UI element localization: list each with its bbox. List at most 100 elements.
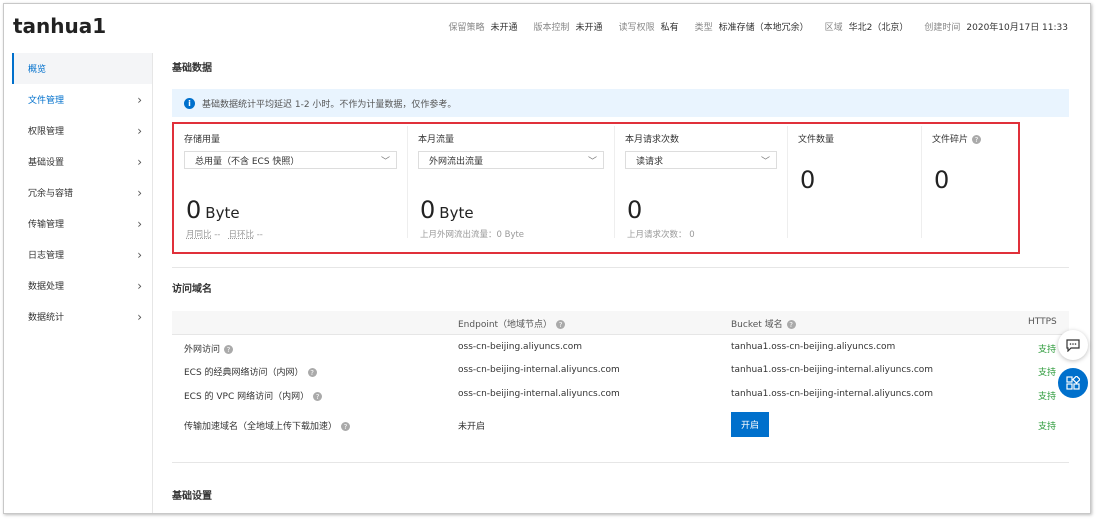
header-text: Endpoint（地域节点） <box>458 320 553 330</box>
stat-requests: 本月请求次数 读请求 ﹀ 0 上月请求次数： 0 <box>615 126 788 240</box>
meta-key: 读写权限 <box>618 23 655 33</box>
row-label: 传输加速域名（全地域上传下载加速）? <box>184 419 351 432</box>
dod-label: 日环比 <box>228 230 254 240</box>
stat-value: 0 Byte <box>186 196 240 224</box>
help-icon[interactable]: ? <box>313 392 323 401</box>
stat-label: 文件碎片? <box>932 132 1008 145</box>
chevron-right-icon: › <box>137 185 142 200</box>
help-icon[interactable]: ? <box>224 345 234 354</box>
info-icon: i <box>184 97 195 109</box>
sidebar-item-files[interactable]: 文件管理 › <box>12 84 152 115</box>
sidebar-item-basic-settings[interactable]: 基础设置 › <box>12 146 152 177</box>
sidebar-item-label: 数据处理 <box>28 282 65 292</box>
apps-icon <box>1066 376 1080 390</box>
sidebar-item-statistics[interactable]: 数据统计 › <box>12 301 152 332</box>
meta-key: 保留策略 <box>448 23 485 33</box>
stats-panel: 存储用量 总用量（不含 ECS 快照） ﹀ 0 Byte 月同比 -- 日环比 --… <box>172 122 1020 254</box>
chevron-down-icon: ﹀ <box>587 156 597 167</box>
apps-button[interactable] <box>1058 368 1088 398</box>
label-text: 文件碎片 <box>932 135 969 145</box>
label-text: 外网访问 <box>184 345 221 355</box>
meta-key: 版本控制 <box>533 23 570 33</box>
meta-key: 区域 <box>824 23 843 33</box>
chevron-right-icon: › <box>137 154 142 169</box>
help-icon[interactable]: ? <box>972 135 982 144</box>
enable-acceleration-button[interactable]: 开启 <box>731 412 769 437</box>
stat-value: 0 <box>627 196 643 224</box>
help-icon[interactable]: ? <box>786 320 796 329</box>
divider <box>172 462 1069 463</box>
endpoint-value: oss-cn-beijing.aliyuncs.com <box>458 342 583 352</box>
help-icon[interactable]: ? <box>556 320 566 329</box>
endpoint-value: oss-cn-beijing-internal.aliyuncs.com <box>458 365 620 375</box>
value-number: 0 <box>186 196 202 224</box>
sidebar-item-transfer[interactable]: 传输管理 › <box>12 208 152 239</box>
meta-value: 标准存储（本地冗余） <box>718 23 809 33</box>
select-value: 读请求 <box>636 156 664 167</box>
sidebar-item-redundancy[interactable]: 冗余与容错 › <box>12 177 152 208</box>
domain-table-header: Endpoint（地域节点）? Bucket 域名? HTTPS <box>172 311 1069 335</box>
chevron-right-icon: › <box>137 123 142 138</box>
bucket-domain-value: tanhua1.oss-cn-beijing.aliyuncs.com <box>731 342 896 352</box>
storage-type-select[interactable]: 总用量（不含 ECS 快照） ﹀ <box>184 151 397 169</box>
section-title-basic-data: 基础数据 <box>172 63 212 74</box>
endpoint-value: 未开启 <box>458 422 486 432</box>
https-status: 支持 <box>1038 422 1057 432</box>
stat-sub: 上月外网流出流量：0 Byte <box>420 230 525 240</box>
chat-icon <box>1066 338 1080 352</box>
meta-key: 类型 <box>694 23 713 33</box>
info-notice: i 基础数据统计平均延迟 1-2 小时。不作为计量数据，仅作参考。 <box>172 89 1069 117</box>
sidebar-item-label: 概览 <box>28 65 47 75</box>
sidebar-item-label: 日志管理 <box>28 251 65 261</box>
https-status: 支持 <box>1038 345 1057 355</box>
stat-label: 存储用量 <box>184 135 221 145</box>
stat-value: 0 <box>934 166 950 194</box>
request-type-select[interactable]: 读请求 ﹀ <box>625 151 777 169</box>
value-unit: Byte <box>205 204 240 222</box>
feedback-button[interactable] <box>1058 330 1088 360</box>
section-title-basic-settings: 基础设置 <box>172 491 212 502</box>
stat-storage: 存储用量 总用量（不含 ECS 快照） ﹀ 0 Byte 月同比 -- 日环比 -- <box>174 126 408 240</box>
stat-label: 文件数量 <box>798 135 835 145</box>
sidebar-item-overview[interactable]: 概览 <box>12 53 152 84</box>
traffic-type-select[interactable]: 外网流出流量 ﹀ <box>418 151 604 169</box>
endpoint-value: oss-cn-beijing-internal.aliyuncs.com <box>458 389 620 399</box>
chevron-right-icon: › <box>137 309 142 324</box>
row-label: 外网访问? <box>184 342 234 355</box>
stat-value: 0 <box>800 166 816 194</box>
divider <box>172 267 1069 268</box>
sidebar: 概览 文件管理 › 权限管理 › 基础设置 › 冗余与容错 › 传输管理 › 日志管理 › … <box>12 53 153 513</box>
notice-text: 基础数据统计平均延迟 1-2 小时。不作为计量数据，仅作参考。 <box>202 99 457 110</box>
bucket-domain-value: tanhua1.oss-cn-beijing-internal.aliyuncs… <box>731 365 934 375</box>
section-title-domains: 访问域名 <box>172 284 212 295</box>
row-label: ECS 的经典网络访问（内网）? <box>184 365 317 378</box>
meta-value: 未开通 <box>575 23 603 33</box>
sidebar-item-label: 数据统计 <box>28 313 65 323</box>
meta-value: 2020年10月17日 11:33 <box>966 23 1068 33</box>
sidebar-item-data-processing[interactable]: 数据处理 › <box>12 270 152 301</box>
dod-value: -- <box>256 230 263 240</box>
stat-file-count: 文件数量 0 <box>788 126 922 238</box>
chevron-down-icon: ﹀ <box>760 156 770 167</box>
chevron-right-icon: › <box>137 216 142 231</box>
chevron-right-icon: › <box>137 278 142 293</box>
bucket-meta: 保留策略 未开通 版本控制 未开通 读写权限 私有 类型 标准存储（本地冗余） 区域 华北… <box>439 20 1069 33</box>
meta-value: 未开通 <box>490 23 518 33</box>
bucket-domain-value: tanhua1.oss-cn-beijing-internal.aliyuncs… <box>731 389 934 399</box>
label-text: ECS 的经典网络访问（内网） <box>184 368 304 378</box>
help-icon[interactable]: ? <box>307 368 317 377</box>
sidebar-item-permissions[interactable]: 权限管理 › <box>12 115 152 146</box>
value-unit: Byte <box>439 204 474 222</box>
sidebar-item-logs[interactable]: 日志管理 › <box>12 239 152 270</box>
mom-value: -- <box>214 230 221 240</box>
chevron-right-icon: › <box>137 247 142 262</box>
label-text: 传输加速域名（全地域上传下载加速） <box>184 422 338 432</box>
header-https: HTTPS <box>1028 317 1057 327</box>
label-text: ECS 的 VPC 网络访问（内网） <box>184 392 310 402</box>
sidebar-item-label: 传输管理 <box>28 220 65 230</box>
help-icon[interactable]: ? <box>341 422 351 431</box>
stat-sub: 月同比 -- 日环比 -- <box>186 228 263 240</box>
select-value: 外网流出流量 <box>429 156 484 167</box>
sidebar-item-label: 权限管理 <box>28 127 65 137</box>
chevron-right-icon: › <box>137 92 142 107</box>
